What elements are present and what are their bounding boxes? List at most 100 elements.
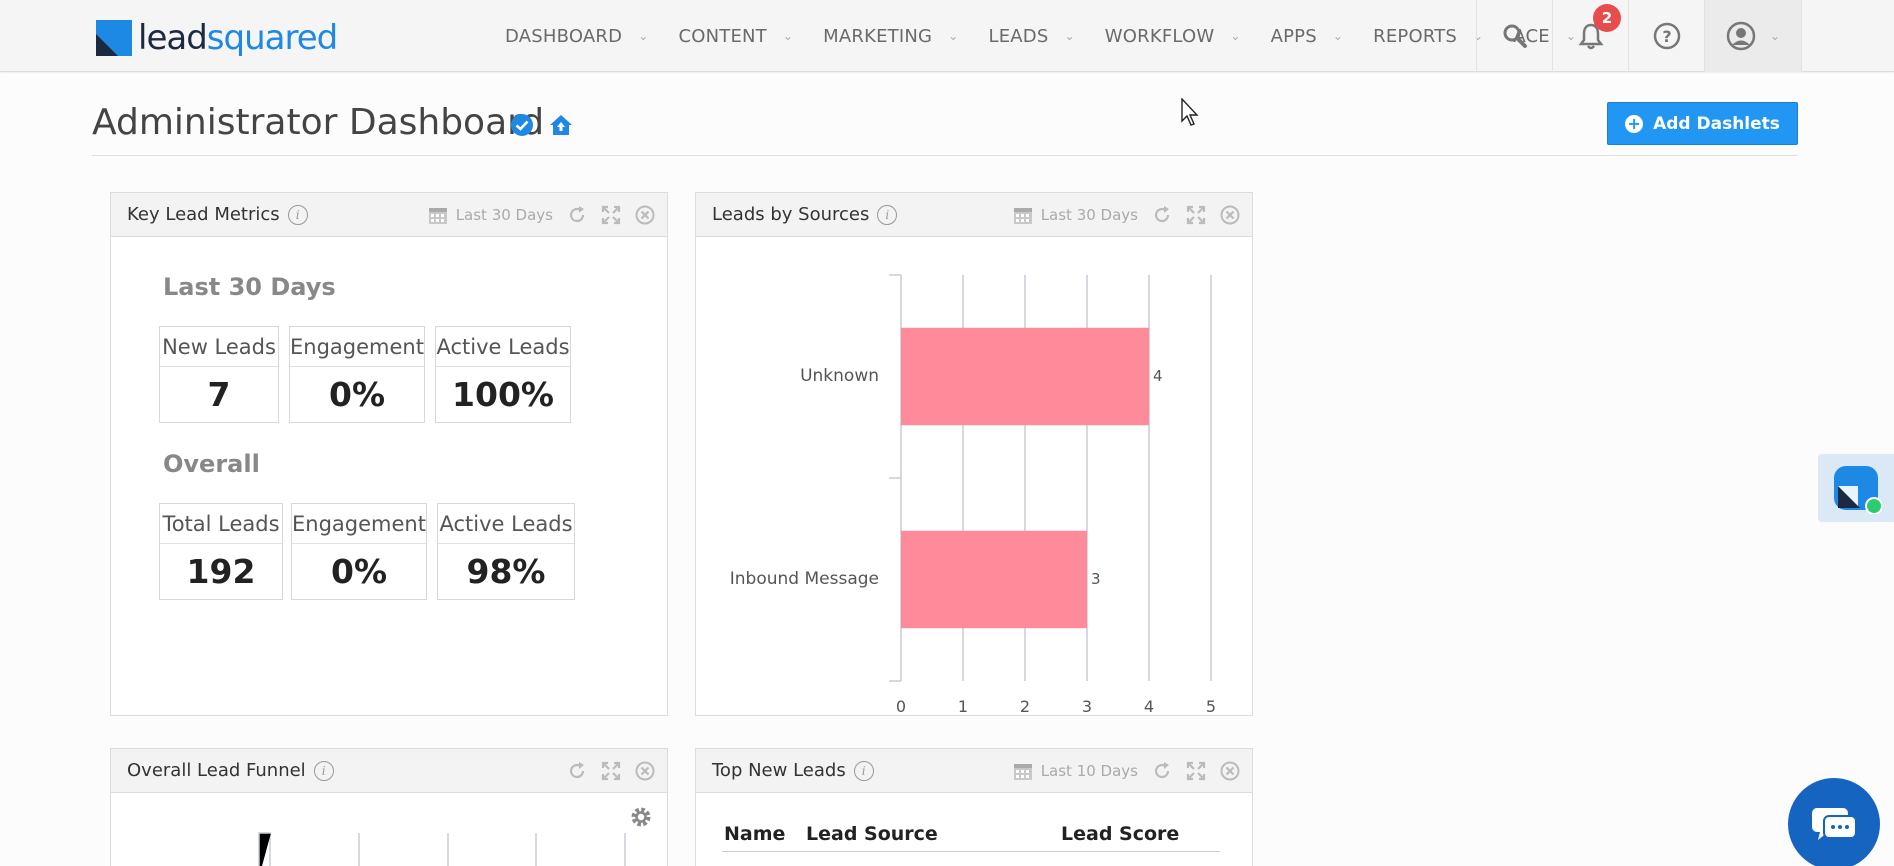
date-range-selector[interactable]: Last 10 Days bbox=[1013, 761, 1138, 781]
refresh-button[interactable] bbox=[567, 205, 587, 225]
leads-by-sources-dashlet: Leads by Sources i Last 30 Days 0 1 2 3 4 5 Un… bbox=[695, 192, 1253, 716]
nav-leads[interactable]: LEADS ⌄ bbox=[973, 0, 1089, 72]
user-menu-button[interactable]: ⌄ bbox=[1704, 0, 1802, 72]
overall-lead-funnel-dashlet: Overall Lead Funnel i bbox=[110, 748, 668, 866]
close-dashlet-button[interactable] bbox=[635, 761, 655, 781]
search-button[interactable] bbox=[1476, 0, 1552, 72]
dashlet-tools: Last 30 Days bbox=[1013, 193, 1240, 237]
x-tick-label: 1 bbox=[957, 697, 969, 716]
date-range-selector[interactable]: Last 30 Days bbox=[428, 205, 553, 225]
metric-overall-active-leads: Active Leads 98% bbox=[437, 503, 575, 600]
notification-badge: 2 bbox=[1593, 4, 1621, 32]
help-button[interactable]: ? bbox=[1628, 0, 1704, 72]
close-dashlet-button[interactable] bbox=[1220, 205, 1240, 225]
y-category-label: Unknown bbox=[800, 365, 879, 386]
notifications-button[interactable]: 2 bbox=[1552, 0, 1628, 72]
column-header-lead-score[interactable]: Lead Score bbox=[1061, 823, 1179, 845]
mouse-cursor-icon bbox=[1181, 98, 1199, 126]
dashlet-header: Leads by Sources i Last 30 Days bbox=[696, 193, 1252, 237]
chat-support-button[interactable] bbox=[1788, 778, 1880, 866]
expand-button[interactable] bbox=[1186, 761, 1206, 781]
dashlet-title: Key Lead Metrics bbox=[127, 204, 280, 225]
bar-data-label: 4 bbox=[1153, 366, 1163, 385]
nav-apps[interactable]: APPS ⌄ bbox=[1256, 0, 1359, 72]
bar-unknown[interactable] bbox=[901, 327, 1149, 426]
x-tick-label: 3 bbox=[1081, 697, 1093, 716]
verified-check-icon[interactable] bbox=[510, 113, 534, 137]
nav-marketing[interactable]: MARKETING ⌄ bbox=[808, 0, 973, 72]
overall-section-label: Overall bbox=[163, 450, 260, 478]
plus-circle-icon: + bbox=[1625, 114, 1644, 133]
expand-icon bbox=[601, 205, 621, 225]
expand-button[interactable] bbox=[601, 761, 621, 781]
chevron-down-icon: ⌄ bbox=[782, 29, 794, 43]
app-logo-icon bbox=[1834, 466, 1882, 514]
dashlet-header: Key Lead Metrics i Last 30 Days bbox=[111, 193, 667, 237]
x-tick-label: 0 bbox=[895, 697, 907, 716]
metric-new-leads: New Leads 7 bbox=[159, 326, 279, 423]
expand-button[interactable] bbox=[601, 205, 621, 225]
metric-engagement: Engagement 0% bbox=[289, 326, 425, 423]
logo-text: leadsquared bbox=[138, 18, 338, 58]
dashlet-header: Overall Lead Funnel i bbox=[111, 749, 667, 793]
nav-content[interactable]: CONTENT ⌄ bbox=[663, 0, 808, 72]
nav-workflow[interactable]: WORKFLOW ⌄ bbox=[1090, 0, 1256, 72]
expand-button[interactable] bbox=[1186, 205, 1206, 225]
bar-data-label: 3 bbox=[1091, 569, 1101, 588]
metric-overall-engagement: Engagement 0% bbox=[291, 503, 427, 600]
refresh-button[interactable] bbox=[1152, 761, 1172, 781]
x-tick-label: 5 bbox=[1205, 697, 1217, 716]
refresh-button[interactable] bbox=[1152, 205, 1172, 225]
close-circle-icon bbox=[635, 205, 655, 225]
nav-utility-icons: 2 ? ⌄ bbox=[1476, 0, 1802, 72]
calendar-icon bbox=[1013, 208, 1032, 224]
chevron-down-icon: ⌄ bbox=[1064, 29, 1075, 43]
dashlet-title: Overall Lead Funnel bbox=[127, 760, 306, 781]
chevron-down-icon: ⌄ bbox=[1332, 29, 1344, 43]
key-lead-metrics-dashlet: Key Lead Metrics i Last 30 Days Last 30 … bbox=[110, 192, 668, 716]
leadsquared-logo[interactable]: leadsquared bbox=[96, 18, 338, 58]
info-icon[interactable]: i bbox=[313, 760, 334, 781]
title-icons bbox=[510, 113, 574, 137]
page-title: Administrator Dashboard bbox=[92, 102, 545, 143]
column-header-name[interactable]: Name bbox=[724, 823, 785, 845]
nav-dashboard[interactable]: DASHBOARD ⌄ bbox=[490, 0, 663, 72]
y-category-label: Inbound Message bbox=[729, 568, 879, 589]
close-circle-icon bbox=[635, 761, 655, 781]
dashlet-title: Top New Leads bbox=[712, 760, 846, 781]
info-icon[interactable]: i bbox=[287, 204, 308, 225]
info-icon[interactable]: i bbox=[877, 204, 898, 225]
title-divider bbox=[92, 155, 1798, 156]
refresh-icon bbox=[569, 762, 585, 779]
close-circle-icon bbox=[1220, 205, 1240, 225]
metric-active-leads: Active Leads 100% bbox=[435, 326, 571, 423]
top-new-leads-dashlet: Top New Leads i Last 10 Days Name Lead S… bbox=[695, 748, 1253, 866]
logo-mark-icon bbox=[96, 20, 132, 56]
expand-icon bbox=[1186, 761, 1206, 781]
add-dashlets-button[interactable]: + Add Dashlets bbox=[1607, 102, 1798, 145]
leadsquared-floating-widget[interactable] bbox=[1818, 454, 1894, 522]
refresh-icon bbox=[1154, 762, 1170, 779]
close-dashlet-button[interactable] bbox=[635, 205, 655, 225]
chat-bubble-icon bbox=[1812, 808, 1857, 840]
main-nav: DASHBOARD ⌄ CONTENT ⌄ MARKETING ⌄ LEADS ⌄ WO… bbox=[490, 0, 1591, 72]
info-icon[interactable]: i bbox=[853, 760, 874, 781]
bar-inbound-message[interactable] bbox=[901, 530, 1087, 629]
chevron-down-icon: ⌄ bbox=[638, 29, 649, 43]
refresh-button[interactable] bbox=[567, 761, 587, 781]
date-range-selector[interactable]: Last 30 Days bbox=[1013, 205, 1138, 225]
leads-by-sources-chart: 0 1 2 3 4 5 Unknown 4 Inbound Message 3 bbox=[696, 237, 1252, 716]
dashlet-title: Leads by Sources bbox=[712, 204, 870, 225]
close-dashlet-button[interactable] bbox=[1220, 761, 1240, 781]
expand-icon bbox=[601, 761, 621, 781]
period-section-label: Last 30 Days bbox=[163, 273, 336, 301]
column-header-lead-source[interactable]: Lead Source bbox=[806, 823, 938, 845]
table-header-divider bbox=[722, 851, 1220, 852]
chart-svg bbox=[889, 274, 1212, 682]
expand-icon bbox=[1186, 205, 1206, 225]
close-circle-icon bbox=[1220, 761, 1240, 781]
chevron-down-icon: ⌄ bbox=[948, 29, 959, 43]
refresh-icon bbox=[1154, 206, 1170, 223]
x-tick-label: 2 bbox=[1019, 697, 1031, 716]
home-icon[interactable] bbox=[548, 113, 574, 137]
